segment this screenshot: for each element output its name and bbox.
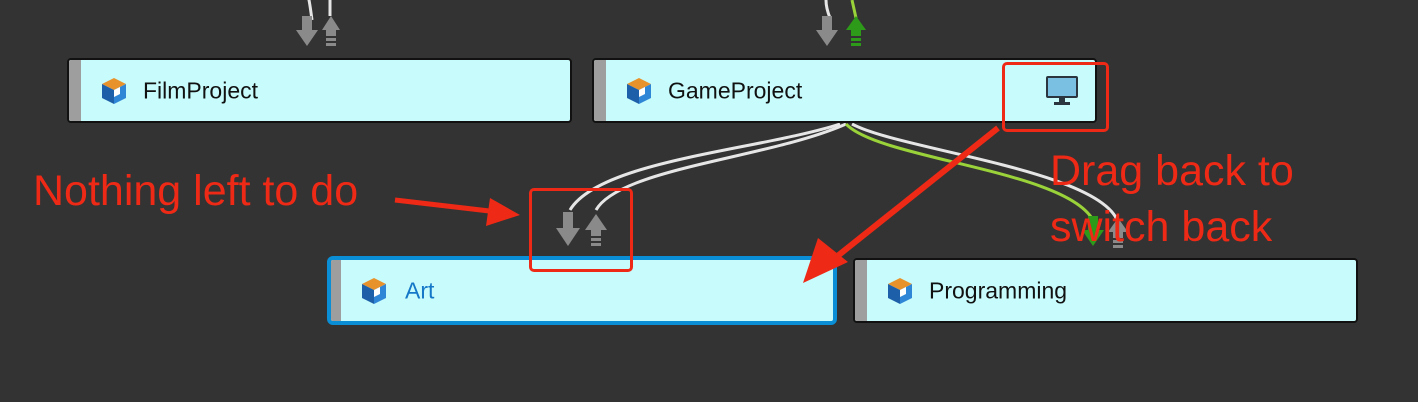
node-label: FilmProject [143,77,259,103]
stream-cube-icon [102,77,126,104]
node-drag-handle[interactable] [331,260,341,321]
annotation-drag-back-line1: Drag back to [1050,147,1294,195]
stream-cube-icon [362,277,386,304]
node-label: Programming [929,277,1068,303]
fetch-arrow-icon [296,16,318,46]
annotation-nothing-left: Nothing left to do [33,167,359,215]
annotation-drag-back-line2: switch back [1050,203,1273,251]
submit-arrow-icon [846,16,866,46]
wire [594,122,847,211]
stream-node-programming[interactable]: Programming [853,258,1358,323]
wire-green [850,0,858,19]
stream-cube-icon [888,277,912,304]
node-drag-handle[interactable] [69,60,81,121]
node-label: GameProject [668,77,803,103]
submit-arrow-icon [322,16,340,46]
wire [824,0,832,19]
highlight-box-workspace-icon [1002,62,1109,132]
node-drag-handle[interactable] [594,60,606,121]
highlight-box-art-ports [529,188,633,272]
fetch-arrow-icon [816,16,838,46]
stream-cube-icon [627,77,651,104]
node-drag-handle[interactable] [855,260,867,321]
node-label: Art [405,277,435,303]
stream-node-filmproject[interactable]: FilmProject [67,58,572,123]
